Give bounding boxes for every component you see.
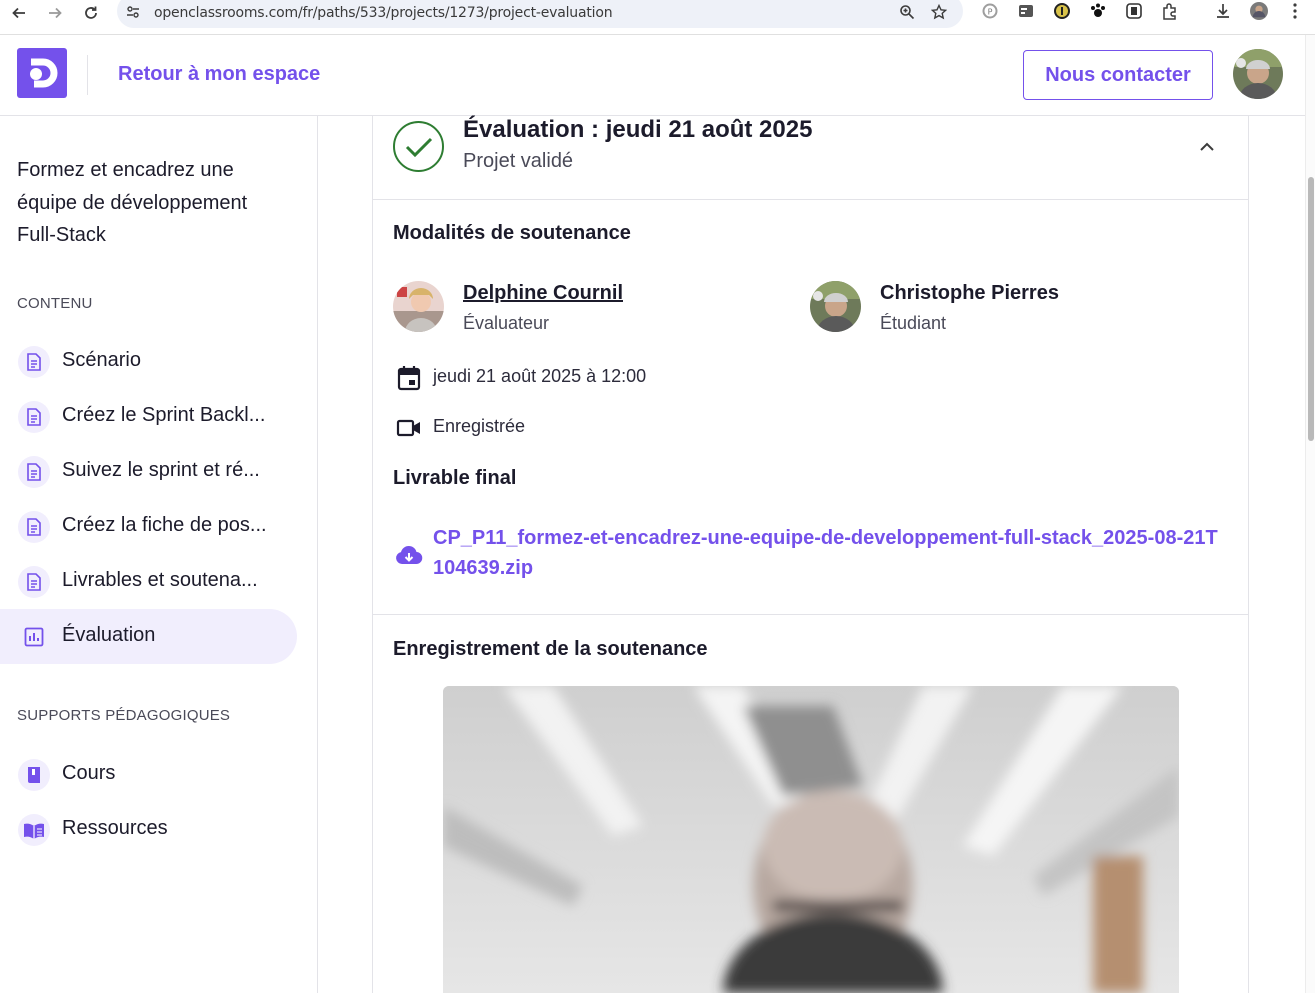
check-icon	[393, 121, 444, 172]
sidebar-item-evaluation[interactable]: Évaluation	[0, 609, 297, 664]
sidebar-item-livrables[interactable]: Livrables et soutena...	[0, 554, 297, 609]
document-icon	[18, 401, 50, 433]
zoom-icon[interactable]	[898, 3, 916, 21]
defense-datetime: jeudi 21 août 2025 à 12:00	[433, 366, 647, 386]
evaluator-name-link[interactable]: Delphine Cournil	[463, 282, 623, 305]
section-divider	[373, 614, 1248, 615]
document-icon	[18, 511, 50, 543]
openclassrooms-logo[interactable]	[17, 48, 67, 98]
sidebar-item-label: Livrables et soutena...	[62, 569, 258, 591]
chevron-up-icon[interactable]	[1196, 136, 1218, 158]
student-role: Étudiant	[880, 313, 947, 333]
evaluator-avatar	[393, 281, 444, 332]
profile-avatar-icon[interactable]	[1250, 2, 1268, 20]
extension-i-icon[interactable]	[1053, 2, 1071, 20]
document-icon	[18, 346, 50, 378]
menu-kebab-icon[interactable]	[1286, 2, 1304, 20]
path-title: Formez et encadrez une équipe de dévelop…	[17, 159, 248, 246]
recording-status: Enregistrée	[433, 416, 526, 436]
evaluation-header[interactable]: Évaluation : jeudi 21 août 2025 Projet v…	[373, 116, 1248, 200]
evaluation-title: Évaluation : jeudi 21 août 2025	[463, 116, 813, 143]
document-icon	[18, 456, 50, 488]
deliverable-heading: Livrable final	[393, 467, 517, 489]
back-arrow-icon[interactable]	[8, 2, 30, 24]
defense-video-player[interactable]	[443, 686, 1179, 993]
url-text[interactable]: openclassrooms.com/fr/paths/533/projects…	[154, 5, 613, 21]
svg-text:P: P	[988, 8, 993, 17]
address-bar[interactable]: openclassrooms.com/fr/paths/533/projects…	[117, 0, 963, 28]
sidebar-item-label: Créez la fiche de pos...	[62, 514, 267, 536]
download-icon[interactable]	[1214, 2, 1232, 20]
extension-shield-icon[interactable]	[1125, 2, 1143, 20]
page-scrollbar[interactable]	[1305, 35, 1315, 993]
extension-paw-icon[interactable]	[1089, 2, 1107, 20]
extensions-icon[interactable]	[1161, 2, 1179, 20]
content-section-label: CONTENU	[17, 295, 93, 312]
sidebar-item-scenario[interactable]: Scénario	[0, 334, 297, 389]
open-book-icon	[18, 814, 50, 846]
recording-heading: Enregistrement de la soutenance	[393, 638, 708, 660]
sidebar-item-suivez-sprint[interactable]: Suivez le sprint et ré...	[0, 444, 297, 499]
user-avatar[interactable]	[1233, 49, 1283, 99]
sidebar-item-label: Créez le Sprint Backl...	[62, 404, 266, 426]
back-to-space-link[interactable]: Retour à mon espace	[118, 63, 320, 86]
evaluator-role: Évaluateur	[463, 313, 550, 333]
sidebar-item-label: Ressources	[62, 817, 168, 839]
contact-button[interactable]: Nous contacter	[1023, 50, 1213, 100]
modalities-heading: Modalités de soutenance	[393, 222, 631, 244]
extension-p-icon[interactable]: P	[981, 2, 999, 20]
extension-card-icon[interactable]	[1017, 2, 1035, 20]
reload-icon[interactable]	[80, 2, 102, 24]
sidebar-item-sprint-backlog[interactable]: Créez le Sprint Backl...	[0, 389, 297, 444]
evaluation-status: Projet validé	[463, 150, 574, 172]
cloud-download-icon	[395, 545, 423, 573]
scrollbar-thumb[interactable]	[1308, 177, 1314, 441]
book-icon	[18, 759, 50, 791]
header-divider	[87, 55, 88, 95]
document-icon	[18, 566, 50, 598]
site-settings-icon[interactable]	[125, 4, 141, 20]
sidebar: Formez et encadrez une équipe de dévelop…	[0, 116, 318, 993]
bar-chart-icon	[18, 621, 50, 653]
student-name: Christophe Pierres	[880, 282, 1059, 304]
student-avatar	[810, 281, 861, 332]
browser-toolbar: openclassrooms.com/fr/paths/533/projects…	[0, 0, 1315, 35]
evaluation-card: Évaluation : jeudi 21 août 2025 Projet v…	[372, 116, 1249, 993]
resources-section-label: SUPPORTS PÉDAGOGIQUES	[17, 707, 231, 724]
deliverable-file-name[interactable]: CP_P11_formez-et-encadrez-une-equipe-de-…	[433, 523, 1223, 583]
calendar-icon	[395, 364, 423, 392]
sidebar-item-label: Scénario	[62, 349, 141, 371]
sidebar-item-label: Cours	[62, 762, 116, 784]
forward-arrow-icon[interactable]	[44, 2, 66, 24]
sidebar-item-label: Suivez le sprint et ré...	[62, 459, 260, 481]
sidebar-item-cours[interactable]: Cours	[0, 747, 297, 802]
bookmark-star-icon[interactable]	[930, 3, 948, 21]
sidebar-item-label: Évaluation	[62, 624, 156, 646]
sidebar-item-fiche-de-poste[interactable]: Créez la fiche de pos...	[0, 499, 297, 554]
app-header: Retour à mon espace Nous contacter	[0, 35, 1305, 116]
sidebar-item-ressources[interactable]: Ressources	[0, 802, 297, 857]
video-camera-icon	[395, 414, 423, 442]
